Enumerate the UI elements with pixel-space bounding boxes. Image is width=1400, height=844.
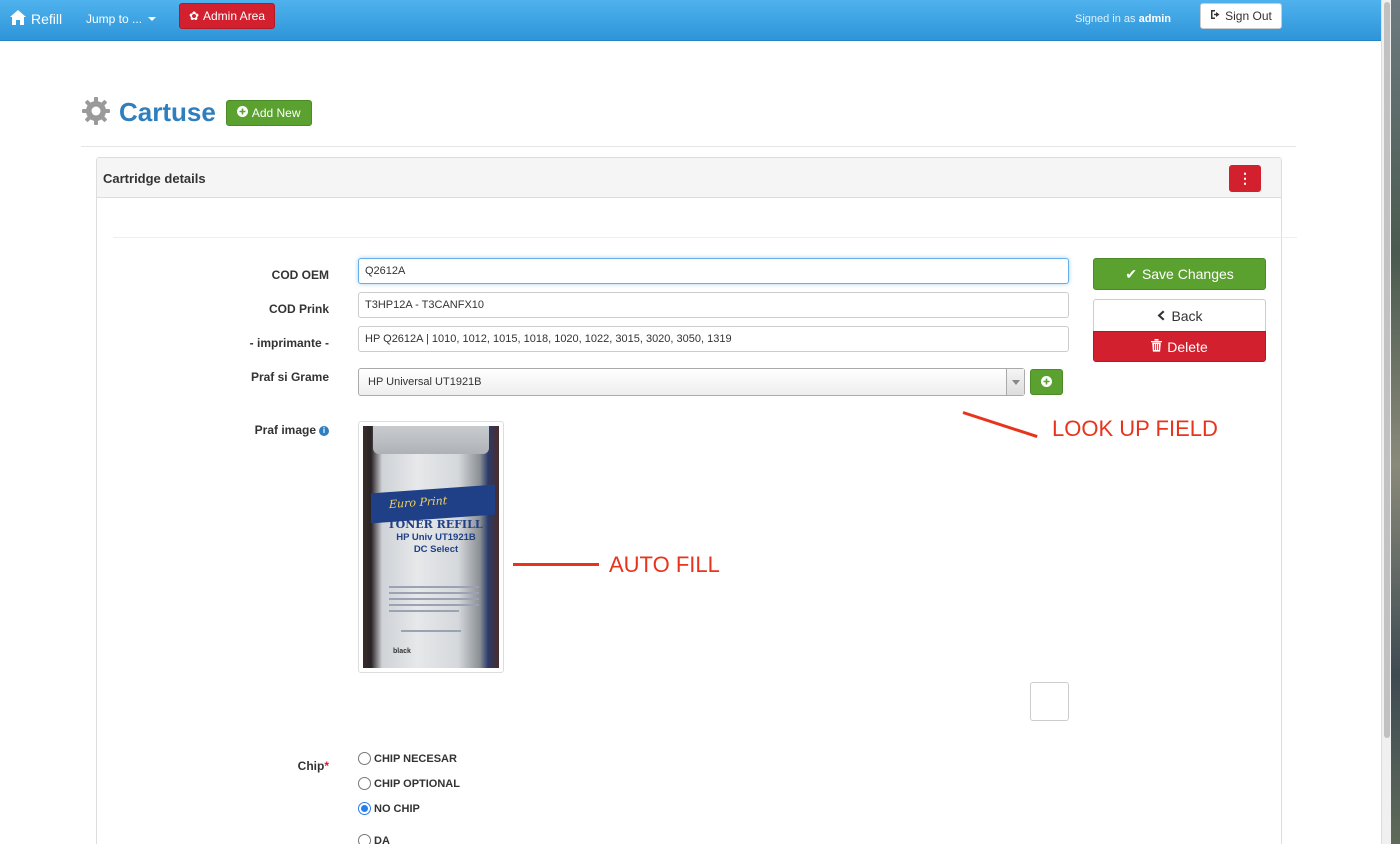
header-divider [81,146,1296,147]
sign-out-button[interactable]: Sign Out [1200,3,1282,29]
chip-option[interactable]: CHIP NECESAR [358,752,457,765]
save-changes-label: Save Changes [1141,266,1234,282]
sign-out-label: Sign Out [1225,9,1272,23]
chip-label: Chip [297,759,325,773]
add-new-button[interactable]: Add New [225,99,312,126]
radio-button[interactable] [358,777,371,790]
fine-print [389,604,479,606]
signed-in-text: Signed in as admin [1075,13,1171,25]
info-icon[interactable]: i [319,425,329,436]
fine-print [389,610,459,612]
top-navbar: Refill Jump to ... ✿ Admin Area Signed i… [0,0,1381,41]
photo-line1: TONER REFILL [387,518,483,531]
delete-button[interactable]: Delete [1093,331,1266,362]
chip-option-label: NO CHIP [374,802,420,815]
signed-in-user: admin [1138,13,1172,25]
chip-option-label: CHIP OPTIONAL [374,777,460,790]
add-new-label: Add New [251,105,301,120]
radio-button[interactable] [358,752,371,765]
back-label: Back [1171,307,1203,324]
chevron-left-icon [1156,308,1165,324]
fine-print [401,630,461,632]
save-changes-button[interactable]: ✔ Save Changes [1093,258,1266,290]
more-vertical-icon: ⋮ [1238,170,1252,186]
imprimante-label: - imprimante - [249,336,329,350]
fine-print [389,598,479,600]
cod-prink-input[interactable]: T3HP12A - T3CANFX10 [358,292,1069,318]
chip-option-label: CHIP NECESAR [374,752,457,765]
plus-circle-icon [236,105,248,120]
praf-image-label: Praf image [254,423,316,437]
chip-option-label: DA [374,834,390,844]
page-title: Cartuse [119,97,216,127]
autofill-annotation: AUTO FILL [609,552,720,577]
praf-image-thumbnail[interactable]: Euro Print TONER REFILL HP Univ UT1921B … [358,421,504,673]
add-praf-button[interactable] [1030,369,1063,395]
photo-brand: Euro Print [389,494,448,512]
panel-title: Cartridge details [103,171,206,186]
photo-bottom-text: black [393,648,411,655]
gear-icon [81,96,111,129]
home-icon [10,10,26,28]
chip-option[interactable]: NO CHIP [358,802,420,815]
praf-grame-select[interactable]: HP Universal UT1921B [358,368,1025,396]
lookup-annotation: LOOK UP FIELD [1052,416,1218,441]
praf-grame-label: Praf si Grame [250,370,329,384]
photo-line2-3: HP Univ UT1921B DC Select [377,532,495,556]
chip-option[interactable]: CHIP OPTIONAL [358,777,460,790]
radio-button-selected[interactable] [358,802,371,815]
brand-link[interactable]: Refill [10,10,62,28]
page-header: Cartuse Add New [81,96,312,129]
panel-header: Cartridge details ⋮ [97,158,1281,198]
sign-out-icon [1210,9,1221,23]
chip-label-wrap: Chip* [189,759,329,773]
radio-button[interactable] [358,834,371,844]
cod-oem-label: COD OEM [271,268,329,282]
admin-area-label: Admin Area [203,9,266,23]
praf-image-label-wrap: Praf image i [189,423,329,437]
chevron-down-icon[interactable] [1006,369,1024,395]
back-button[interactable]: Back [1093,299,1266,331]
jump-to-label: Jump to ... [86,12,143,26]
chip-option[interactable]: DA [358,834,390,844]
autofill-annotation-arrow [513,563,599,566]
fine-print [389,592,479,594]
more-options-button[interactable]: ⋮ [1229,165,1261,192]
scroll-thumb[interactable] [1384,2,1390,738]
gear-icon: ✿ [188,9,199,23]
desktop-edge [1391,0,1400,844]
admin-area-button[interactable]: ✿ Admin Area [179,3,275,29]
signed-in-prefix: Signed in as [1075,13,1136,25]
panel-divider [113,237,1297,238]
fine-print [389,586,479,588]
photo-line3: DC Select [413,544,459,555]
delete-label: Delete [1167,338,1208,355]
cod-oem-input[interactable]: Q2612A [358,258,1069,284]
plus-circle-icon [1041,375,1052,390]
brand-label: Refill [31,11,63,27]
trash-icon [1151,338,1163,355]
required-mark: * [324,759,329,773]
page-scrollbar[interactable] [1381,0,1391,844]
chevron-down-icon [148,17,157,21]
jump-to-dropdown[interactable]: Jump to ... [86,12,157,26]
imprimante-input[interactable]: HP Q2612A | 1010, 1012, 1015, 1018, 1020… [358,326,1069,352]
image-upload-box[interactable] [1030,682,1069,721]
toner-bottle-photo: Euro Print TONER REFILL HP Univ UT1921B … [363,426,499,668]
check-icon: ✔ [1125,265,1137,282]
bottle-cap [373,426,489,454]
cod-prink-label: COD Prink [268,302,329,316]
praf-grame-selected: HP Universal UT1921B [368,376,482,388]
photo-line2: HP Univ UT1921B [396,532,476,543]
